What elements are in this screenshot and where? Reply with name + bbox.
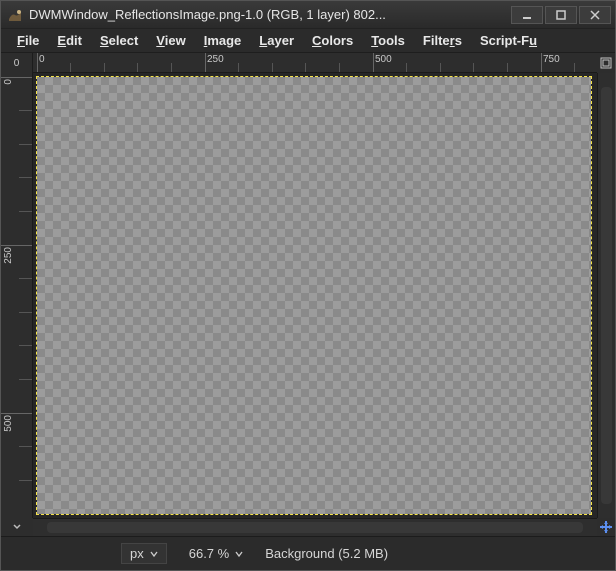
chevron-down-icon bbox=[235, 550, 243, 558]
ruler-origin[interactable]: 0 bbox=[1, 53, 33, 73]
menu-filters[interactable]: Filters bbox=[417, 31, 468, 50]
menu-image[interactable]: Image bbox=[198, 31, 248, 50]
menu-file[interactable]: File bbox=[11, 31, 45, 50]
menu-layer[interactable]: Layer bbox=[253, 31, 300, 50]
unit-selector[interactable]: px bbox=[121, 543, 167, 564]
app-icon bbox=[7, 7, 23, 23]
workarea: 0 0 250 500 750 0 bbox=[1, 53, 615, 536]
status-message: Background (5.2 MB) bbox=[265, 546, 388, 561]
unit-label: px bbox=[130, 546, 144, 561]
hscroll-row bbox=[1, 518, 597, 536]
navigation-button[interactable] bbox=[597, 518, 615, 536]
statusbar: px 66.7 % Background (5.2 MB) bbox=[1, 536, 615, 570]
vruler-col: 0 250 500 bbox=[1, 73, 33, 518]
menu-script-fu[interactable]: Script-Fu bbox=[474, 31, 543, 50]
vertical-ruler[interactable]: 0 250 500 bbox=[1, 73, 33, 518]
gimp-image-window: DWMWindow_ReflectionsImage.png-1.0 (RGB,… bbox=[0, 0, 616, 571]
zoom-fit-button[interactable] bbox=[597, 53, 615, 73]
menu-colors[interactable]: Colors bbox=[306, 31, 359, 50]
menu-select[interactable]: Select bbox=[94, 31, 144, 50]
canvas[interactable] bbox=[37, 77, 591, 514]
canvas-viewport[interactable] bbox=[33, 73, 597, 518]
quick-mask-toggle[interactable] bbox=[1, 518, 33, 536]
hruler-row: 0 0 250 500 750 bbox=[1, 53, 597, 73]
minimize-button[interactable] bbox=[511, 6, 543, 24]
vertical-scrollbar[interactable] bbox=[597, 73, 615, 518]
zoom-selector[interactable]: 66.7 % bbox=[183, 544, 249, 563]
close-button[interactable] bbox=[579, 6, 611, 24]
horizontal-ruler[interactable]: 0 250 500 750 bbox=[33, 53, 597, 73]
chevron-down-icon bbox=[150, 550, 158, 558]
window-title: DWMWindow_ReflectionsImage.png-1.0 (RGB,… bbox=[29, 7, 509, 22]
titlebar[interactable]: DWMWindow_ReflectionsImage.png-1.0 (RGB,… bbox=[1, 1, 615, 29]
canvas-row: 0 250 500 bbox=[1, 73, 597, 518]
menu-tools[interactable]: Tools bbox=[365, 31, 411, 50]
horizontal-scrollbar[interactable] bbox=[33, 518, 597, 536]
menu-edit[interactable]: Edit bbox=[51, 31, 88, 50]
menu-view[interactable]: View bbox=[150, 31, 191, 50]
zoom-value: 66.7 % bbox=[189, 546, 229, 561]
maximize-button[interactable] bbox=[545, 6, 577, 24]
menubar: File Edit Select View Image Layer Colors… bbox=[1, 29, 615, 53]
